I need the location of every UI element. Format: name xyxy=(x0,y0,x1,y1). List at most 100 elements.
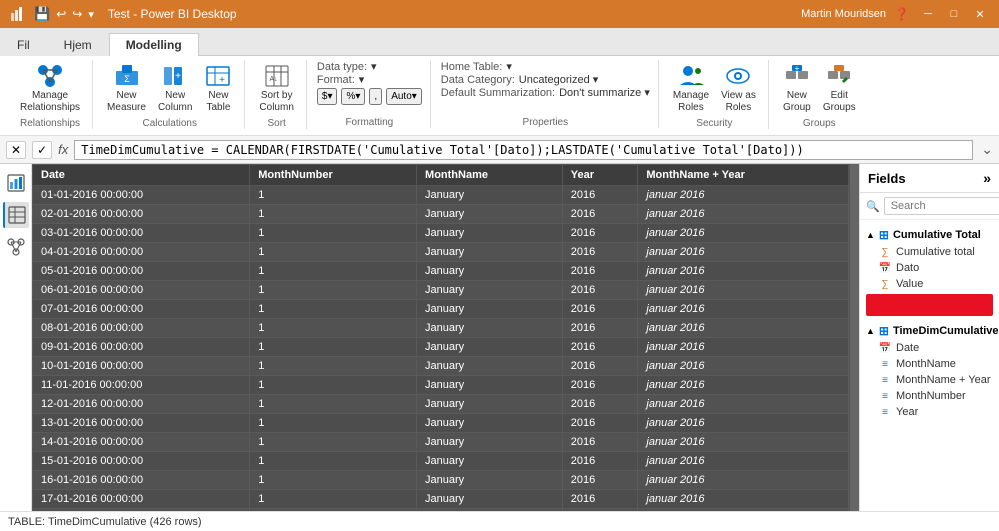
summarization-value[interactable]: Don't summarize ▾ xyxy=(559,86,650,99)
manage-roles-icon xyxy=(677,62,705,90)
sidebar-report-icon[interactable] xyxy=(3,170,29,196)
table-row[interactable]: 03-01-2016 00:00:001January2016januar 20… xyxy=(33,224,849,243)
field-group-header-cumulative-total[interactable]: ▲⊞Cumulative Total xyxy=(860,226,999,244)
fields-search-input[interactable] xyxy=(884,197,999,215)
quick-access-save[interactable]: 💾 xyxy=(34,6,50,22)
view-as-roles-label: View asRoles xyxy=(721,90,756,114)
table-row[interactable]: 09-01-2016 00:00:001January2016januar 20… xyxy=(33,338,849,357)
sidebar-data-icon[interactable] xyxy=(3,202,29,228)
tab-modelling[interactable]: Modelling xyxy=(109,33,199,56)
view-as-roles-button[interactable]: View asRoles xyxy=(717,60,760,116)
table-row[interactable]: 15-01-2016 00:00:001January2016januar 20… xyxy=(33,452,849,471)
table-cell: January xyxy=(417,224,563,243)
close-button[interactable]: ✕ xyxy=(969,5,991,23)
table-row[interactable]: 17-01-2016 00:00:001January2016januar 20… xyxy=(33,490,849,509)
formula-confirm-button[interactable]: ✓ xyxy=(32,141,52,159)
table-row[interactable]: 13-01-2016 00:00:001January2016januar 20… xyxy=(33,414,849,433)
table-cell: 1 xyxy=(250,319,417,338)
table-scrollbar[interactable] xyxy=(849,164,859,511)
data-table-area[interactable]: DateMonthNumberMonthNameYearMonthName + … xyxy=(32,164,849,511)
new-measure-label: NewMeasure xyxy=(107,90,146,114)
table-row[interactable]: 04-01-2016 00:00:001January2016januar 20… xyxy=(33,243,849,262)
quick-access-redo[interactable]: ↪ xyxy=(72,7,82,21)
table-cell: 11-01-2016 00:00:00 xyxy=(33,376,250,395)
new-column-button[interactable]: + NewColumn xyxy=(154,60,196,116)
hometable-dropdown[interactable]: ▾ xyxy=(506,60,512,73)
minimize-button[interactable]: ─ xyxy=(917,5,939,23)
field-item-label: Value xyxy=(896,278,923,290)
table-row[interactable]: 06-01-2016 00:00:001January2016januar 20… xyxy=(33,281,849,300)
fields-expand-icon[interactable]: » xyxy=(983,170,991,186)
table-row[interactable]: 11-01-2016 00:00:001January2016januar 20… xyxy=(33,376,849,395)
new-group-button[interactable]: + NewGroup xyxy=(779,60,815,116)
field-item-dato[interactable]: 📅Dato xyxy=(860,260,999,276)
table-row[interactable]: 18-01-2016 00:00:001January2016januar 20… xyxy=(33,509,849,512)
field-group-table-icon: ⊞ xyxy=(879,324,889,338)
tab-hjem[interactable]: Hjem xyxy=(47,33,109,56)
comma-button[interactable]: , xyxy=(369,88,382,105)
formula-input[interactable] xyxy=(74,140,973,160)
table-row[interactable]: 08-01-2016 00:00:001January2016januar 20… xyxy=(33,319,849,338)
table-col-header[interactable]: Date xyxy=(33,165,250,186)
security-group-label: Security xyxy=(669,118,760,129)
table-cell: January xyxy=(417,205,563,224)
tab-fil[interactable]: Fil xyxy=(0,33,47,56)
datatype-label: Data type: xyxy=(317,61,367,73)
table-col-header[interactable]: Year xyxy=(562,165,638,186)
app-title: Test - Power BI Desktop xyxy=(108,7,237,21)
field-item-monthname-year[interactable]: ≡MonthName + Year xyxy=(860,372,999,388)
field-group-header-timedimcumulative[interactable]: ▲⊞TimeDimCumulative xyxy=(860,322,999,340)
formula-expand-icon[interactable]: ⌄ xyxy=(981,141,993,158)
currency-button[interactable]: $▾ xyxy=(317,88,338,105)
table-row[interactable]: 10-01-2016 00:00:001January2016januar 20… xyxy=(33,357,849,376)
left-sidebar xyxy=(0,164,32,511)
fields-search-area: 🔍 xyxy=(860,193,999,220)
table-cell: 1 xyxy=(250,395,417,414)
table-cell: 13-01-2016 00:00:00 xyxy=(33,414,250,433)
field-item-monthnumber[interactable]: ≡MonthNumber xyxy=(860,388,999,404)
auto-button[interactable]: Auto▾ xyxy=(386,88,422,105)
new-table-button[interactable]: + NewTable xyxy=(200,60,236,116)
fields-search-icon: 🔍 xyxy=(866,200,880,213)
table-row[interactable]: 14-01-2016 00:00:001January2016januar 20… xyxy=(33,433,849,452)
field-item-date[interactable]: 📅Date xyxy=(860,340,999,356)
table-row[interactable]: 01-01-2016 00:00:001January2016januar 20… xyxy=(33,186,849,205)
table-row[interactable]: 05-01-2016 00:00:001January2016januar 20… xyxy=(33,262,849,281)
edit-groups-button[interactable]: EditGroups xyxy=(819,60,860,116)
table-col-header[interactable]: MonthNumber xyxy=(250,165,417,186)
field-item-monthname[interactable]: ≡MonthName xyxy=(860,356,999,372)
table-cell: 1 xyxy=(250,281,417,300)
field-item-value[interactable]: ∑Value xyxy=(860,276,999,292)
titlebar-controls: ─ □ ✕ xyxy=(917,5,991,23)
quick-access-menu[interactable]: ▾ xyxy=(88,8,94,21)
field-item-year[interactable]: ≡Year xyxy=(860,404,999,420)
table-row[interactable]: 16-01-2016 00:00:001January2016januar 20… xyxy=(33,471,849,490)
new-measure-icon: Σ xyxy=(113,62,141,90)
datacategory-value[interactable]: Uncategorized ▾ xyxy=(519,73,599,86)
field-item-cumulative-total-measure[interactable]: ∑Cumulative total xyxy=(860,244,999,260)
datatype-dropdown[interactable]: ▾ xyxy=(371,60,377,73)
svg-text:+: + xyxy=(795,64,800,73)
format-label: Format: xyxy=(317,74,355,86)
table-cell: 04-01-2016 00:00:00 xyxy=(33,243,250,262)
sort-by-column-button[interactable]: A↓ Sort byColumn xyxy=(255,60,297,116)
table-cell: januar 2016 xyxy=(638,433,849,452)
app-logo xyxy=(8,4,28,24)
manage-relationships-button[interactable]: ManageRelationships xyxy=(16,60,84,116)
table-cell: 2016 xyxy=(562,414,638,433)
percent-button[interactable]: %▾ xyxy=(341,88,365,105)
table-col-header[interactable]: MonthName + Year xyxy=(638,165,849,186)
manage-roles-button[interactable]: ManageRoles xyxy=(669,60,713,116)
formula-cancel-button[interactable]: ✕ xyxy=(6,141,26,159)
format-dropdown[interactable]: ▾ xyxy=(359,73,365,86)
table-row[interactable]: 07-01-2016 00:00:001January2016januar 20… xyxy=(33,300,849,319)
new-measure-button[interactable]: Σ NewMeasure xyxy=(103,60,150,116)
table-cell: January xyxy=(417,471,563,490)
table-col-header[interactable]: MonthName xyxy=(417,165,563,186)
quick-access-undo[interactable]: ↩ xyxy=(56,7,66,21)
sidebar-model-icon[interactable] xyxy=(3,234,29,260)
maximize-button[interactable]: □ xyxy=(943,5,965,23)
help-icon[interactable]: ❓ xyxy=(894,7,909,21)
table-row[interactable]: 02-01-2016 00:00:001January2016januar 20… xyxy=(33,205,849,224)
table-row[interactable]: 12-01-2016 00:00:001January2016januar 20… xyxy=(33,395,849,414)
